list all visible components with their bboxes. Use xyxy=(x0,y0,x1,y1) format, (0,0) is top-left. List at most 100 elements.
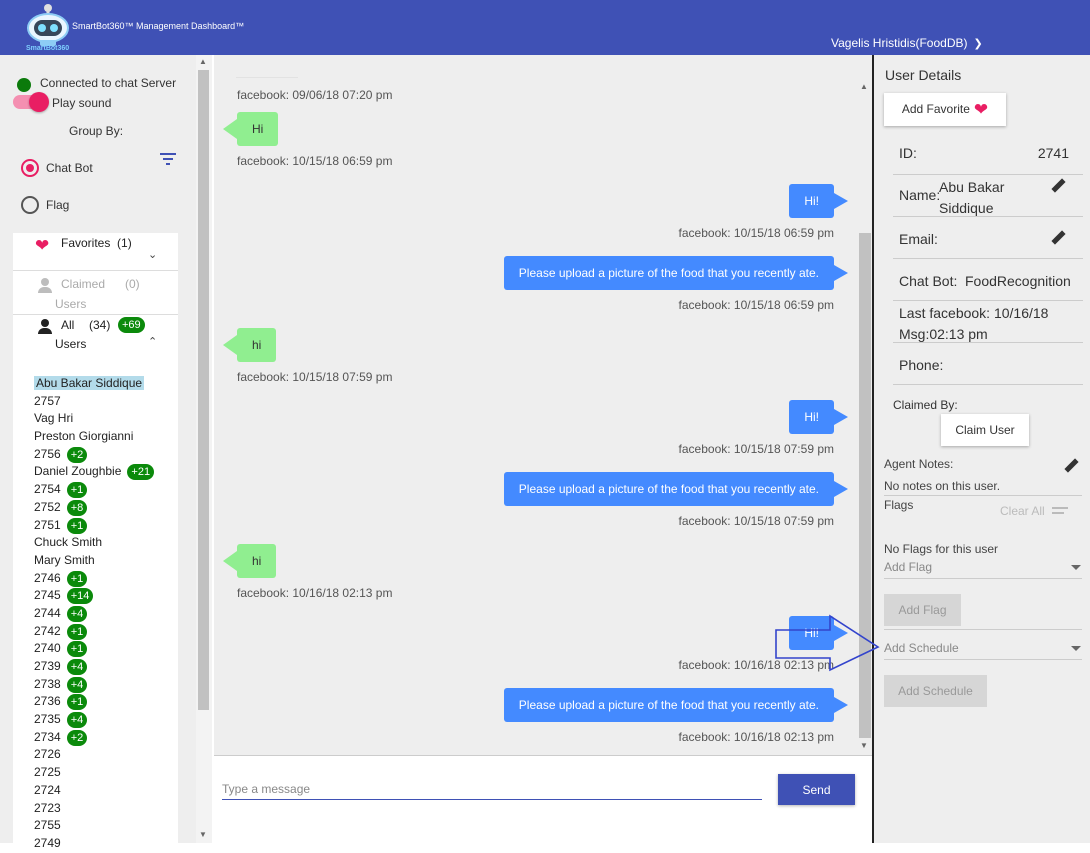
user-list-item[interactable]: Mary Smith xyxy=(34,552,178,570)
edit-name-pencil-icon[interactable] xyxy=(1053,179,1067,193)
claim-user-button[interactable]: Claim User xyxy=(941,414,1029,446)
user-name: 2746 xyxy=(34,570,61,585)
user-list-item[interactable]: 2740 +1 xyxy=(34,640,178,658)
chevron-down-icon[interactable]: ⌄ xyxy=(148,248,157,261)
claimed-count: (0) xyxy=(125,277,140,291)
message-composer: Send xyxy=(214,755,872,843)
user-list-item[interactable]: 2739 +4 xyxy=(34,658,178,676)
chat-scrollbar[interactable]: ▲ ▼ xyxy=(858,55,872,755)
app-header: SmartBot360 SmartBot360™ Management Dash… xyxy=(0,0,1090,55)
user-list-item[interactable]: Abu Bakar Siddique xyxy=(34,375,178,393)
incoming-message-bubble: Hi xyxy=(237,112,279,146)
user-name: 2726 xyxy=(34,747,61,762)
user-list-item[interactable]: Preston Giorgianni xyxy=(34,428,178,446)
unread-badge: +1 xyxy=(66,694,88,711)
user-name: Vag Hri xyxy=(34,411,74,426)
scroll-up-icon[interactable]: ▲ xyxy=(199,57,207,66)
user-list-item[interactable]: 2751 +1 xyxy=(34,517,178,535)
outgoing-message-bubble: Please upload a picture of the food that… xyxy=(503,256,834,290)
send-button[interactable]: Send xyxy=(778,774,855,805)
user-list: Abu Bakar Siddique 2757 Vag Hri Preston Gio… xyxy=(34,375,178,853)
user-list-item[interactable]: 2725 xyxy=(34,764,178,782)
filter-icon[interactable] xyxy=(160,153,176,165)
user-list-item[interactable]: 2726 xyxy=(34,746,178,764)
chevron-down-icon: ❯ xyxy=(973,38,983,50)
user-list-item[interactable]: 2744 +4 xyxy=(34,605,178,623)
clear-all-icon[interactable] xyxy=(1052,507,1068,517)
last-message-label: Last facebook: 10/16/18 Msg:02:13 pm xyxy=(899,305,1049,342)
add-schedule-select-label: Add Schedule xyxy=(884,641,959,655)
message-timestamp: facebook: 10/16/18 02:13 pm xyxy=(237,586,393,600)
bubble-tail xyxy=(223,335,237,355)
add-favorite-button[interactable]: Add Favorite ❤ xyxy=(884,93,1006,126)
user-name: 2736 xyxy=(34,694,61,709)
message-timestamp: facebook: 10/15/18 06:59 pm xyxy=(678,226,834,240)
divider xyxy=(236,77,298,78)
scroll-down-icon[interactable]: ▼ xyxy=(199,830,207,839)
user-list-item[interactable]: 2734 +2 xyxy=(34,729,178,747)
user-list-item[interactable]: 2752 +8 xyxy=(34,499,178,517)
heart-icon: ❤ xyxy=(973,99,989,119)
message-timestamp: facebook: 10/15/18 07:59 pm xyxy=(237,370,393,384)
message-timestamp: facebook: 10/15/18 06:59 pm xyxy=(237,154,393,168)
bubble-tail xyxy=(834,625,848,641)
select-underline xyxy=(884,578,1082,579)
scrollbar-thumb[interactable] xyxy=(198,70,209,710)
edit-notes-pencil-icon[interactable] xyxy=(1066,459,1080,473)
user-list-item[interactable]: 2738 +4 xyxy=(34,676,178,694)
user-list-item[interactable]: 2756 +2 xyxy=(34,446,178,464)
user-name: 2745 xyxy=(34,588,61,603)
group-by-flag-radio[interactable] xyxy=(21,196,39,214)
unread-badge: +4 xyxy=(66,605,88,622)
user-list-item[interactable]: Vag Hri xyxy=(34,410,178,428)
unread-badge: +4 xyxy=(66,712,88,729)
add-schedule-button[interactable]: Add Schedule xyxy=(884,675,987,707)
unread-badge: +1 xyxy=(66,570,88,587)
user-list-item[interactable]: 2735 +4 xyxy=(34,711,178,729)
sidebar-scrollbar[interactable]: ▲ ▼ xyxy=(196,55,212,843)
unread-badge: +4 xyxy=(66,659,88,675)
unread-badge: +1 xyxy=(66,517,88,534)
person-icon xyxy=(37,319,53,335)
logo-text: SmartBot360 xyxy=(26,45,70,52)
email-row: Email: xyxy=(893,217,1083,259)
message-timestamp: facebook: 10/16/18 02:13 pm xyxy=(678,730,834,744)
chevron-up-icon[interactable]: ⌃ xyxy=(148,335,157,348)
edit-email-pencil-icon[interactable] xyxy=(1053,231,1067,245)
message-timestamp: facebook: 10/15/18 06:59 pm xyxy=(678,298,834,312)
clear-all-flags-button[interactable]: Clear All xyxy=(1000,504,1045,518)
user-list-item[interactable]: 2724 xyxy=(34,782,178,800)
user-list-item[interactable]: 2757 xyxy=(34,393,178,411)
user-list-item[interactable]: 2746 +1 xyxy=(34,570,178,588)
connection-status-label: Connected to chat Server xyxy=(40,76,177,90)
play-sound-toggle[interactable] xyxy=(13,92,49,112)
bubble-tail xyxy=(834,409,848,425)
user-list-item[interactable]: 2742 +1 xyxy=(34,623,178,641)
unread-badge: +1 xyxy=(66,482,88,499)
user-list-item[interactable]: 2736 +1 xyxy=(34,693,178,711)
user-account-menu[interactable]: Vagelis Hristidis(FoodDB) ❯ xyxy=(831,36,983,50)
user-name: 2724 xyxy=(34,782,61,797)
heart-icon: ❤ xyxy=(35,236,50,255)
scrollbar-thumb[interactable] xyxy=(859,233,871,738)
user-list-item[interactable]: 2745 +14 xyxy=(34,587,178,605)
email-label: Email: xyxy=(899,231,938,247)
user-name: 2754 xyxy=(34,482,61,497)
user-list-item[interactable]: Chuck Smith xyxy=(34,534,178,552)
add-flag-button[interactable]: Add Flag xyxy=(884,594,961,626)
bubble-tail xyxy=(223,119,237,139)
chatbot-value: FoodRecognition xyxy=(965,273,1071,289)
user-list-item[interactable]: 2723 xyxy=(34,800,178,818)
group-by-chatbot-radio[interactable] xyxy=(21,159,39,177)
divider xyxy=(884,495,1082,496)
user-list-item[interactable]: 2749 xyxy=(34,835,178,853)
claimed-label: Claimed xyxy=(61,277,106,291)
user-list-item[interactable]: Daniel Zoughbie +21 xyxy=(34,463,178,481)
message-input[interactable] xyxy=(222,778,762,800)
scroll-down-icon[interactable]: ▼ xyxy=(860,741,868,750)
incoming-message-bubble: hi xyxy=(237,544,277,578)
user-list-item[interactable]: 2755 xyxy=(34,817,178,835)
scroll-up-icon[interactable]: ▲ xyxy=(860,82,868,91)
claimed-sub-label: Users xyxy=(55,297,87,311)
user-list-item[interactable]: 2754 +1 xyxy=(34,481,178,499)
